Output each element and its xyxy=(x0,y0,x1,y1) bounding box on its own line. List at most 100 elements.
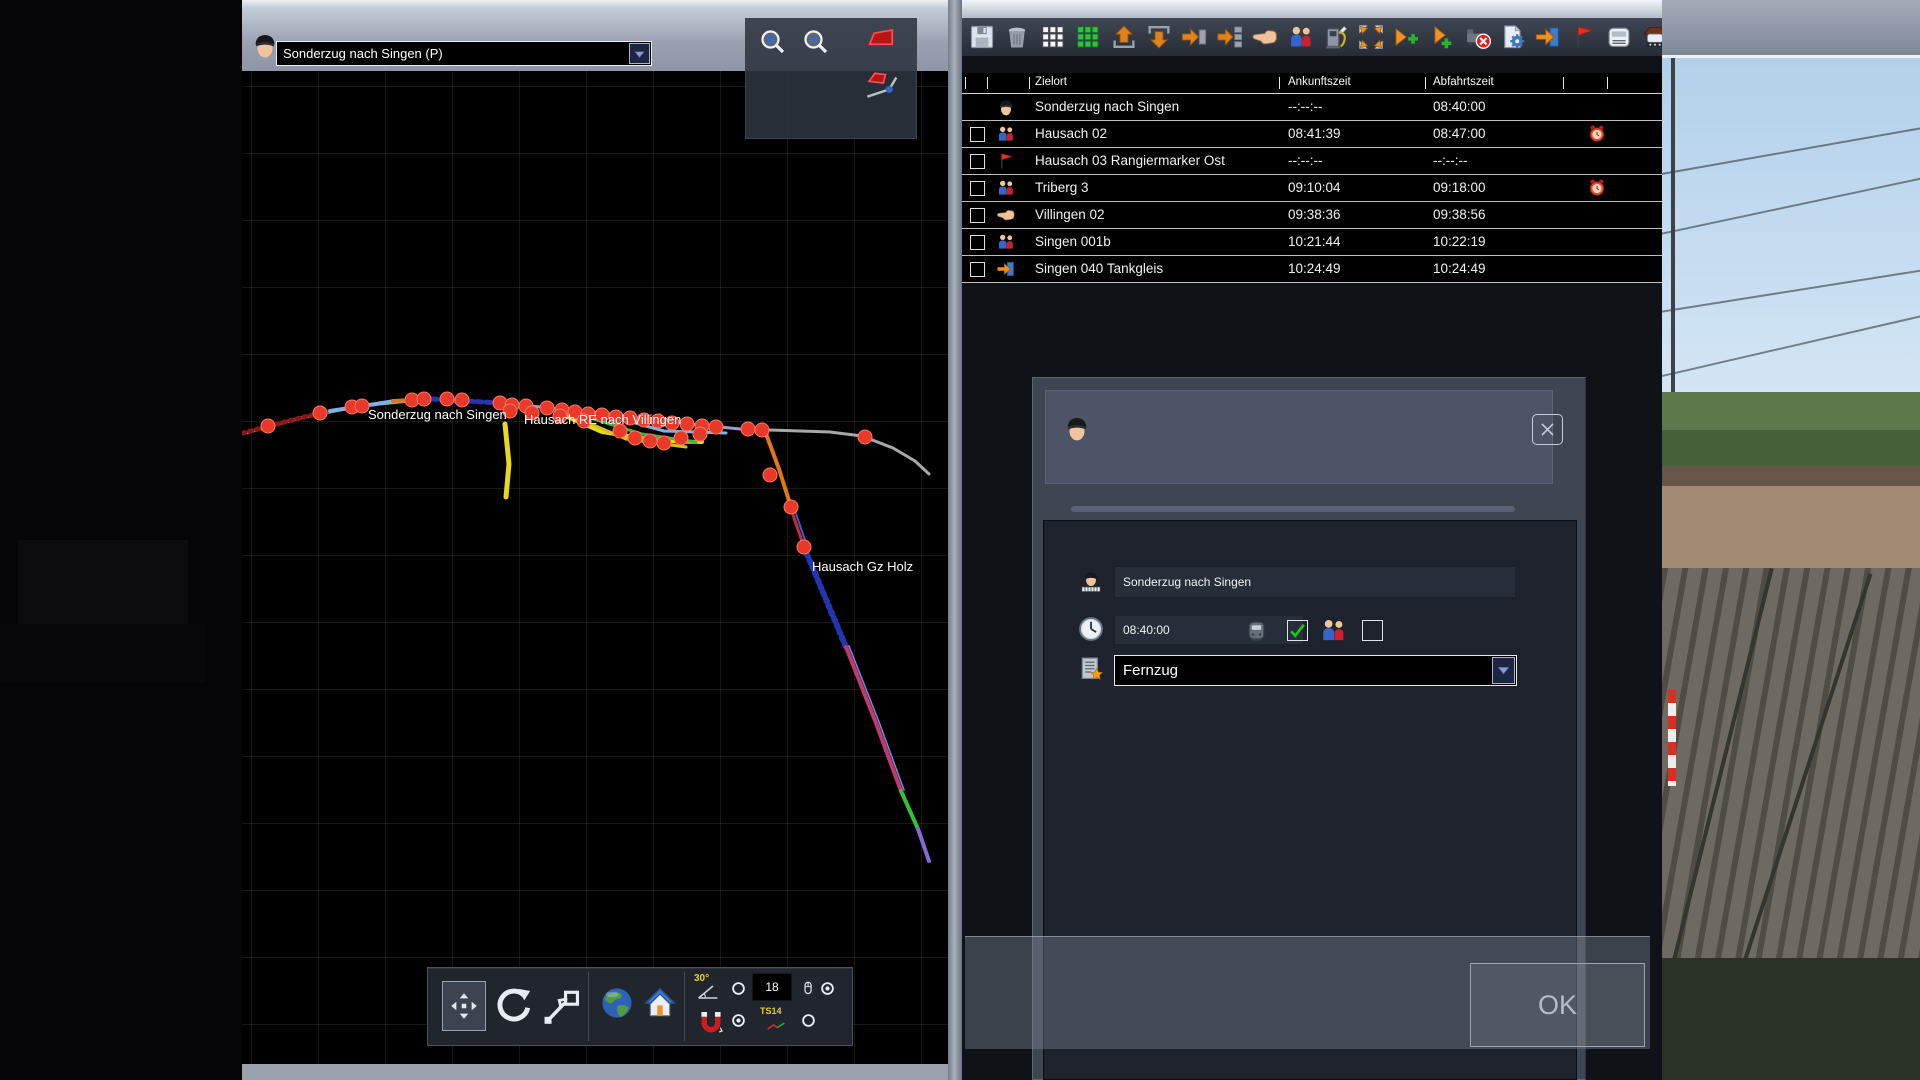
divider xyxy=(588,972,589,1041)
train-selector-dropdown[interactable]: Sonderzug nach Singen (P) xyxy=(276,41,652,66)
pointer-button[interactable] xyxy=(1251,23,1279,51)
pan-tool-button[interactable] xyxy=(442,981,486,1031)
add-stop-button[interactable] xyxy=(1393,23,1421,51)
insert-entry-button[interactable] xyxy=(1180,23,1208,51)
magnet-snap-radio[interactable] xyxy=(730,1012,747,1029)
row-ankunftszeit: 10:21:44 xyxy=(1288,234,1341,249)
row-checkbox[interactable] xyxy=(970,127,985,142)
row-checkbox[interactable] xyxy=(970,181,985,196)
ts-mode-radio[interactable] xyxy=(800,1012,817,1029)
passengers-icon xyxy=(994,232,1018,252)
table-row[interactable]: Villingen 0209:38:3609:38:56 xyxy=(962,202,1662,229)
train-checkbox[interactable] xyxy=(1287,620,1308,641)
window-chrome-top xyxy=(962,0,1662,18)
train-name-field[interactable]: Sonderzug nach Singen xyxy=(1114,566,1516,598)
table-row[interactable]: Triberg 309:10:0409:18:00 xyxy=(962,175,1662,202)
globe-button[interactable] xyxy=(598,984,636,1022)
move-up-button[interactable] xyxy=(1110,23,1138,51)
passengers-checkbox[interactable] xyxy=(1362,620,1383,641)
to-depot-button[interactable] xyxy=(1534,23,1562,51)
home-button[interactable] xyxy=(642,984,678,1022)
table-row[interactable]: Sonderzug nach Singen--:--:--08:40:00 xyxy=(962,94,1662,121)
row-abfahrtszeit: 10:22:19 xyxy=(1433,234,1486,249)
ts-version-label: TS14 xyxy=(760,1006,782,1016)
gradient-profile-icon[interactable] xyxy=(858,23,904,53)
building-roof xyxy=(1662,466,1920,486)
door-arrow-icon xyxy=(994,259,1018,279)
mouse-icon xyxy=(800,977,816,999)
route-segment-branch-blue-par xyxy=(849,646,904,790)
marker-flag-button[interactable] xyxy=(1570,23,1598,51)
departure-time-field[interactable]: 08:40:00 xyxy=(1114,615,1304,645)
schedule-settings-button[interactable] xyxy=(1499,23,1527,51)
dark-building-shape xyxy=(18,540,188,632)
bushes xyxy=(1662,958,1920,1080)
route-segment-branch-purple xyxy=(918,829,929,861)
column-zielort: Zielort xyxy=(1035,76,1067,88)
panel-edge-highlight xyxy=(1662,55,1920,58)
signal-post xyxy=(1668,690,1676,786)
row-abfahrtszeit: --:--:-- xyxy=(1433,153,1467,168)
dialog-slider-bar[interactable] xyxy=(1071,506,1515,512)
add-stop-alt-button[interactable] xyxy=(1428,23,1456,51)
row-zielort: Hausach 02 xyxy=(1035,126,1107,141)
angle-snap-radio[interactable] xyxy=(730,980,747,997)
dropdown-arrow-icon[interactable] xyxy=(1492,657,1515,684)
slope-profile-icon[interactable] xyxy=(862,61,904,103)
route-map-panel: Sonderzug nach Singen (P) Sonderzug nach… xyxy=(242,0,962,1080)
passengers-button[interactable] xyxy=(1287,23,1315,51)
trees xyxy=(1662,430,1920,468)
route-segment-branch-green xyxy=(901,791,918,829)
ts-graph-icon xyxy=(758,1016,794,1036)
background-3d-scene xyxy=(1662,0,1920,1080)
driver-icon xyxy=(1062,407,1092,449)
zoom-out-icon[interactable] xyxy=(801,27,831,57)
row-checkbox[interactable] xyxy=(970,208,985,223)
dropdown-arrow-icon[interactable] xyxy=(629,43,650,64)
row-checkbox[interactable] xyxy=(970,262,985,277)
train-front-button[interactable] xyxy=(1605,23,1633,51)
refuel-button[interactable] xyxy=(1322,23,1350,51)
passengers-icon xyxy=(994,124,1018,144)
move-down-button[interactable] xyxy=(1145,23,1173,51)
table-row[interactable]: Hausach 0208:41:3908:47:00 xyxy=(962,121,1662,148)
row-checkbox[interactable] xyxy=(970,235,985,250)
table-row[interactable]: Singen 040 Tankgleis 10:24:49 10:24:49 xyxy=(962,256,1662,283)
row-zielort: Singen 001b xyxy=(1035,234,1111,249)
move-node-tool-button[interactable] xyxy=(540,986,582,1028)
building xyxy=(1662,486,1920,568)
delete-button[interactable] xyxy=(1003,23,1031,51)
map-label: Sonderzug nach Singen xyxy=(368,407,507,422)
row-ankunftszeit: --:--:-- xyxy=(1288,153,1322,168)
insert-list-button[interactable] xyxy=(1216,23,1244,51)
row-abfahrtszeit: 10:24:49 xyxy=(1433,261,1486,276)
remove-train-button[interactable] xyxy=(1464,23,1492,51)
alarm-clock-icon xyxy=(1587,124,1607,144)
clock-icon xyxy=(1077,615,1105,643)
ok-button[interactable]: OK xyxy=(1470,963,1645,1047)
column-ankunftszeit: Ankunftszeit xyxy=(1288,76,1351,88)
grid-white-button[interactable] xyxy=(1039,23,1067,51)
zoom-in-icon[interactable] xyxy=(758,27,788,57)
map-label: Hausach RE nach Villingen xyxy=(524,412,681,427)
rotate-tool-button[interactable] xyxy=(492,983,534,1029)
row-ankunftszeit: --:--:-- xyxy=(1288,99,1322,114)
driver-head-icon xyxy=(994,97,1018,117)
passengers-icon xyxy=(1317,616,1350,645)
save-button[interactable] xyxy=(968,23,996,51)
map-label: Hausach Gz Holz xyxy=(812,559,913,574)
row-checkbox[interactable] xyxy=(970,154,985,169)
table-row[interactable]: Hausach 03 Rangiermarker Ost--:--:----:-… xyxy=(962,148,1662,175)
table-row[interactable]: Singen 001b 10:21:44 10:22:19 xyxy=(962,229,1662,256)
train-icon xyxy=(1244,617,1269,644)
close-button[interactable] xyxy=(1532,414,1563,445)
train-type-dropdown[interactable]: Fernzug xyxy=(1114,655,1517,686)
map-zoom-panel xyxy=(745,18,917,139)
center-view-button[interactable] xyxy=(1357,23,1385,51)
mouse-mode-radio[interactable] xyxy=(819,980,836,997)
grid-green-button[interactable] xyxy=(1074,23,1102,51)
schedule-table: Zielort Ankunftszeit Abfahrtszeit Sonder… xyxy=(962,73,1662,283)
grid-size-value[interactable]: 18 xyxy=(752,973,792,1001)
row-ankunftszeit: 10:24:49 xyxy=(1288,261,1341,276)
row-zielort: Singen 040 Tankgleis xyxy=(1035,261,1163,276)
